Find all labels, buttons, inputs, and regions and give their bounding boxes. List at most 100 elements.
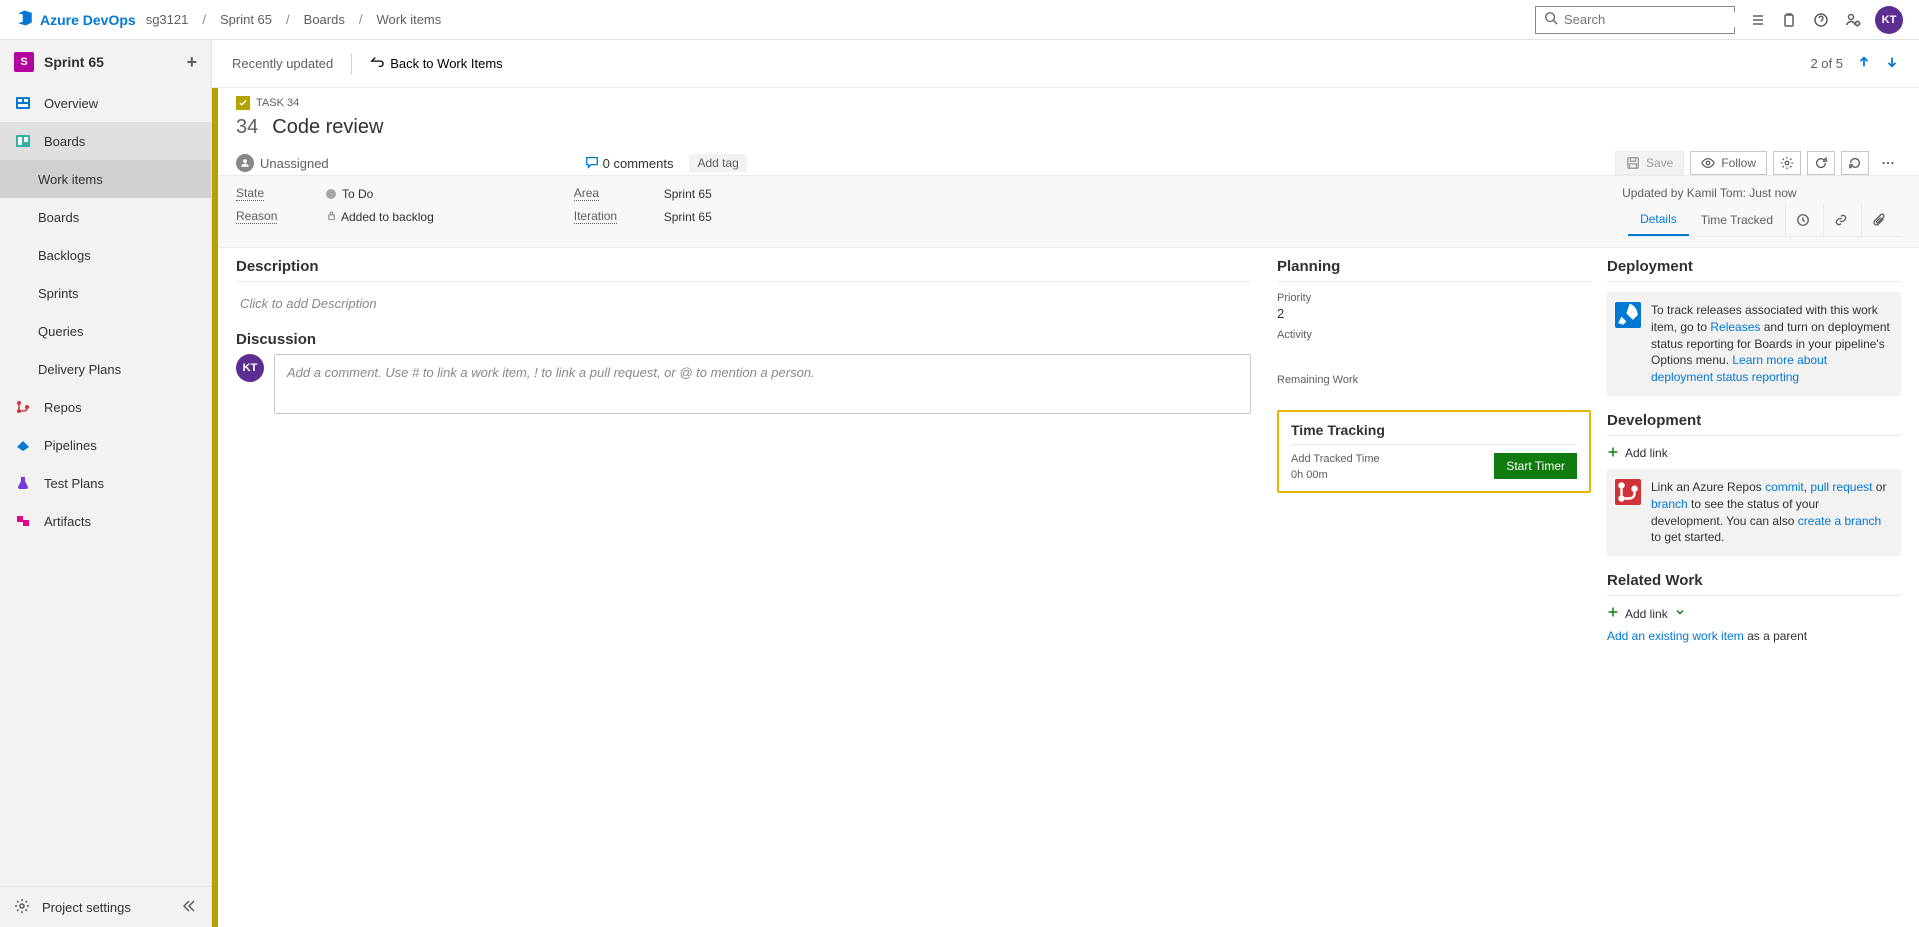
- crumb-area[interactable]: Boards: [304, 12, 345, 27]
- discussion-heading: Discussion: [236, 331, 1251, 348]
- sidebar-item-backlogs[interactable]: Backlogs: [0, 236, 211, 274]
- chevron-down-icon: [1674, 606, 1686, 621]
- test-plans-icon: [14, 474, 32, 492]
- start-timer-button[interactable]: Start Timer: [1494, 453, 1577, 479]
- back-icon: [370, 55, 384, 72]
- sidebar-item-overview[interactable]: Overview: [0, 84, 211, 122]
- assignee[interactable]: Unassigned: [236, 154, 329, 172]
- counter: 2 of 5: [1810, 56, 1843, 71]
- tab-details[interactable]: Details: [1628, 204, 1689, 236]
- overview-label: Overview: [44, 96, 98, 111]
- reason-value[interactable]: Added to backlog: [326, 210, 434, 224]
- user-settings-icon[interactable]: [1843, 10, 1863, 30]
- branch-link[interactable]: branch: [1651, 497, 1688, 511]
- marketplace-icon[interactable]: [1779, 10, 1799, 30]
- sidebar-item-test-plans[interactable]: Test Plans: [0, 464, 211, 502]
- divider: [351, 53, 352, 75]
- next-item-button[interactable]: [1885, 55, 1899, 72]
- crumb-sep: /: [202, 12, 206, 27]
- pipelines-icon: [14, 436, 32, 454]
- crumb-page[interactable]: Work items: [376, 12, 441, 27]
- assignee-label: Unassigned: [260, 156, 329, 171]
- add-tag-button[interactable]: Add tag: [689, 154, 746, 172]
- comments-label: 0 comments: [603, 156, 674, 171]
- artifacts-icon: [14, 512, 32, 530]
- state-value[interactable]: To Do: [326, 187, 434, 201]
- sidebar: S Sprint 65 + Overview Boards Work items…: [0, 40, 212, 927]
- crumb-org[interactable]: sg3121: [146, 12, 189, 27]
- brand[interactable]: Azure DevOps: [16, 9, 136, 30]
- user-avatar[interactable]: KT: [1875, 6, 1903, 34]
- search-input[interactable]: [1564, 12, 1740, 27]
- back-label: Back to Work Items: [390, 56, 502, 71]
- queries-label: Queries: [38, 324, 84, 339]
- more-actions-button[interactable]: [1875, 152, 1901, 174]
- comments[interactable]: 0 comments: [585, 155, 674, 172]
- links-icon[interactable]: [1823, 204, 1857, 236]
- undo-button[interactable]: [1841, 151, 1869, 175]
- sidebar-item-boards-sub[interactable]: Boards: [0, 198, 211, 236]
- reason-key: Reason: [236, 209, 277, 224]
- related-add-link[interactable]: Add link: [1607, 606, 1901, 621]
- work-item-type-label: TASK 34: [256, 97, 299, 109]
- activity-value[interactable]: [1277, 343, 1591, 358]
- project-name: Sprint 65: [44, 54, 104, 70]
- sidebar-item-delivery-plans[interactable]: Delivery Plans: [0, 350, 211, 388]
- view-name[interactable]: Recently updated: [232, 56, 333, 71]
- tracked-time-value: 0h 00m: [1291, 469, 1380, 481]
- related-work-heading: Related Work: [1607, 572, 1901, 589]
- list-icon[interactable]: [1747, 10, 1767, 30]
- boards-sub-label: Boards: [38, 210, 79, 225]
- project-settings-label: Project settings: [42, 900, 131, 915]
- sidebar-project-settings[interactable]: Project settings: [0, 887, 211, 927]
- add-tracked-time-label[interactable]: Add Tracked Time: [1291, 453, 1380, 465]
- sidebar-item-work-items[interactable]: Work items: [0, 160, 211, 198]
- prev-item-button[interactable]: [1857, 55, 1871, 72]
- priority-value[interactable]: 2: [1277, 306, 1591, 321]
- discussion-input[interactable]: Add a comment. Use # to link a work item…: [274, 354, 1251, 414]
- help-icon[interactable]: [1811, 10, 1831, 30]
- new-work-item-icon[interactable]: +: [186, 52, 197, 73]
- area-value[interactable]: Sprint 65: [664, 187, 712, 201]
- releases-link[interactable]: Releases: [1710, 320, 1760, 334]
- create-branch-link[interactable]: create a branch: [1798, 514, 1881, 528]
- pull-request-link[interactable]: pull request: [1810, 480, 1872, 494]
- search-box[interactable]: [1535, 6, 1735, 34]
- project-icon: S: [14, 52, 34, 72]
- collapse-sidebar-icon[interactable]: [181, 898, 197, 917]
- deployment-heading: Deployment: [1607, 258, 1901, 275]
- crumb-project[interactable]: Sprint 65: [220, 12, 272, 27]
- iteration-key: Iteration: [574, 209, 617, 224]
- tab-time-tracked[interactable]: Time Tracked: [1689, 205, 1785, 235]
- updated-by: Updated by Kamil Tom: Just now: [1622, 186, 1901, 200]
- back-to-work-items[interactable]: Back to Work Items: [370, 55, 502, 72]
- sidebar-item-boards[interactable]: Boards: [0, 122, 211, 160]
- planning-heading: Planning: [1277, 258, 1591, 275]
- brand-label: Azure DevOps: [40, 12, 136, 28]
- branch-icon: [1615, 479, 1641, 505]
- sidebar-item-queries[interactable]: Queries: [0, 312, 211, 350]
- iteration-value[interactable]: Sprint 65: [664, 210, 712, 224]
- sidebar-item-pipelines[interactable]: Pipelines: [0, 426, 211, 464]
- commit-link[interactable]: commit: [1765, 480, 1804, 494]
- attachments-icon[interactable]: [1861, 204, 1895, 236]
- add-existing-work-item-link[interactable]: Add an existing work item: [1607, 629, 1744, 643]
- refresh-button[interactable]: [1807, 151, 1835, 175]
- sidebar-item-repos[interactable]: Repos: [0, 388, 211, 426]
- development-add-link[interactable]: Add link: [1607, 446, 1901, 461]
- follow-button[interactable]: Follow: [1690, 151, 1767, 175]
- sidebar-item-sprints[interactable]: Sprints: [0, 274, 211, 312]
- tabs-bar: Details Time Tracked: [1622, 204, 1901, 237]
- history-icon[interactable]: [1785, 204, 1819, 236]
- description-placeholder[interactable]: Click to add Description: [236, 292, 1251, 331]
- work-items-label: Work items: [38, 172, 103, 187]
- sidebar-project[interactable]: S Sprint 65 +: [0, 40, 211, 84]
- search-icon: [1544, 11, 1558, 28]
- state-key: State: [236, 186, 264, 201]
- sidebar-item-artifacts[interactable]: Artifacts: [0, 502, 211, 540]
- task-icon: [236, 96, 250, 110]
- settings-button[interactable]: [1773, 151, 1801, 175]
- work-item-title[interactable]: Code review: [272, 116, 383, 139]
- main-top: Recently updated Back to Work Items 2 of…: [212, 40, 1919, 88]
- save-button[interactable]: Save: [1615, 151, 1684, 175]
